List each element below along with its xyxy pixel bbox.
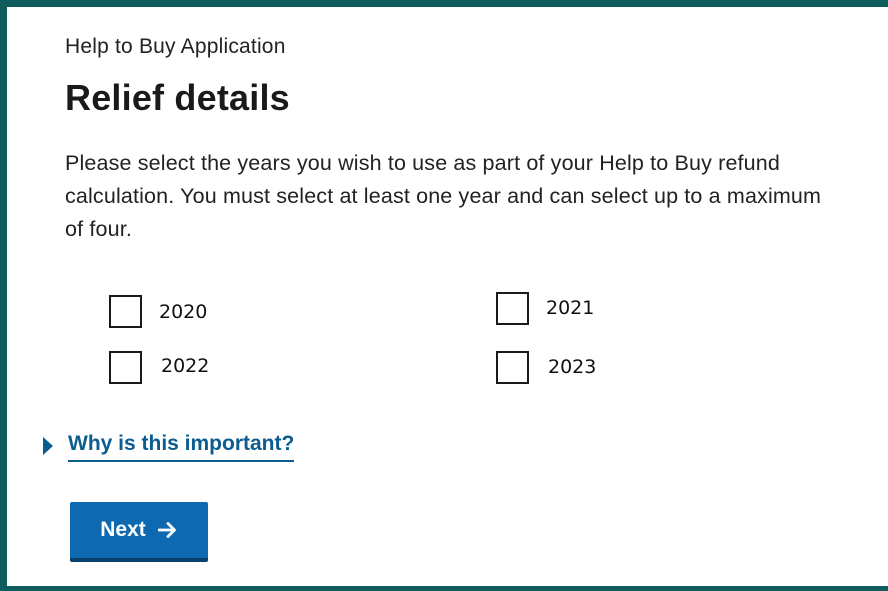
breadcrumb: Help to Buy Application <box>65 35 286 58</box>
page-title: Relief details <box>65 77 290 118</box>
intro-text: Please select the years you wish to use … <box>65 151 822 241</box>
application-frame: Help to Buy Application Relief details P… <box>0 0 888 591</box>
year-option-2021[interactable]: 2021 <box>496 292 616 328</box>
year-checkbox-2021[interactable] <box>496 292 529 325</box>
year-label-2020: 2020 <box>159 301 208 323</box>
year-option-2020[interactable]: 2020 <box>109 295 229 331</box>
year-label-2023: 2023 <box>548 356 597 378</box>
year-label-2022: 2022 <box>161 355 210 377</box>
next-button-label: Next <box>100 518 146 541</box>
year-checkbox-2023[interactable] <box>496 351 529 384</box>
triangle-right-icon <box>43 437 53 455</box>
year-option-2023[interactable]: 2023 <box>496 351 616 387</box>
page-content: Help to Buy Application Relief details P… <box>7 7 888 586</box>
year-checkbox-2022[interactable] <box>109 351 142 384</box>
year-label-2021: 2021 <box>546 297 595 319</box>
why-important-link[interactable]: Why is this important? <box>68 432 295 462</box>
year-checkbox-2020[interactable] <box>109 295 142 328</box>
year-option-2022[interactable]: 2022 <box>109 351 229 387</box>
next-button[interactable]: Next <box>70 502 208 562</box>
arrow-right-icon <box>157 522 176 538</box>
